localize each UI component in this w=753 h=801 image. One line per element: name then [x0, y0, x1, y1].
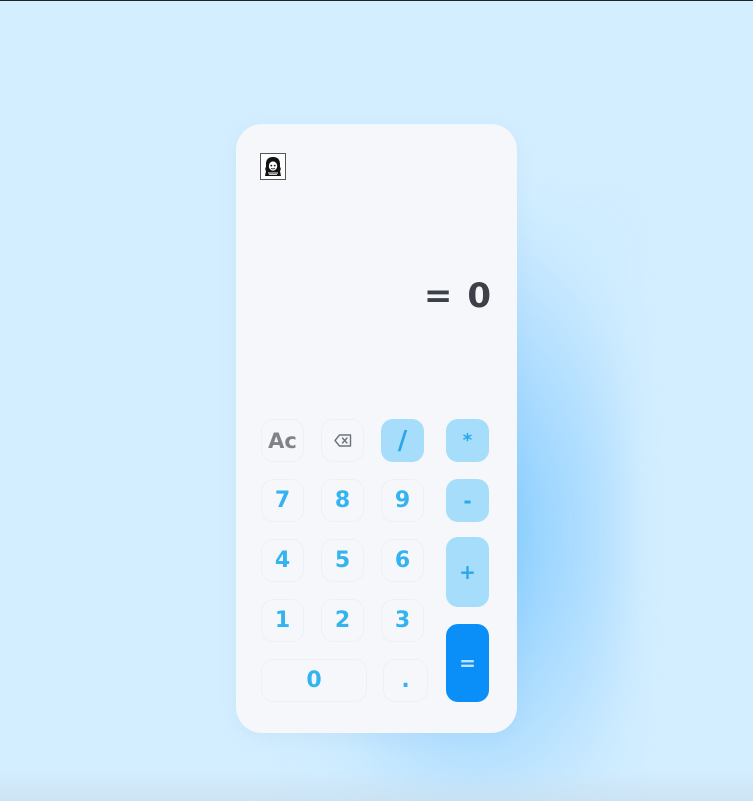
digit-0-button[interactable]: 0	[261, 659, 367, 702]
display-result-value: 0	[467, 276, 492, 316]
multiply-button[interactable]: *	[446, 419, 489, 462]
digit-6-button[interactable]: 6	[381, 539, 424, 582]
digit-7-button[interactable]: 7	[261, 479, 304, 522]
result-display: = 0	[424, 276, 492, 316]
display-equals-sign: =	[423, 276, 454, 316]
digit-5-button[interactable]: 5	[321, 539, 364, 582]
divide-button[interactable]: /	[381, 419, 424, 462]
digit-1-button[interactable]: 1	[261, 599, 304, 642]
background-bottom-fade	[0, 771, 753, 801]
clear-button[interactable]: Ac	[261, 419, 304, 462]
digit-2-button[interactable]: 2	[321, 599, 364, 642]
equals-button[interactable]: =	[446, 624, 489, 702]
digit-3-button[interactable]: 3	[381, 599, 424, 642]
digit-9-button[interactable]: 9	[381, 479, 424, 522]
calculator-panel: = 0 Ac / * 7 8 9 - 4 5 6 + 1 2 3 = 0 .	[236, 124, 517, 733]
decimal-button[interactable]: .	[383, 659, 428, 702]
digit-4-button[interactable]: 4	[261, 539, 304, 582]
plus-button[interactable]: +	[446, 537, 489, 607]
backspace-button[interactable]	[321, 419, 364, 462]
digit-8-button[interactable]: 8	[321, 479, 364, 522]
backspace-icon	[333, 434, 351, 447]
minus-button[interactable]: -	[446, 479, 489, 522]
avatar-logo-icon	[260, 153, 286, 180]
